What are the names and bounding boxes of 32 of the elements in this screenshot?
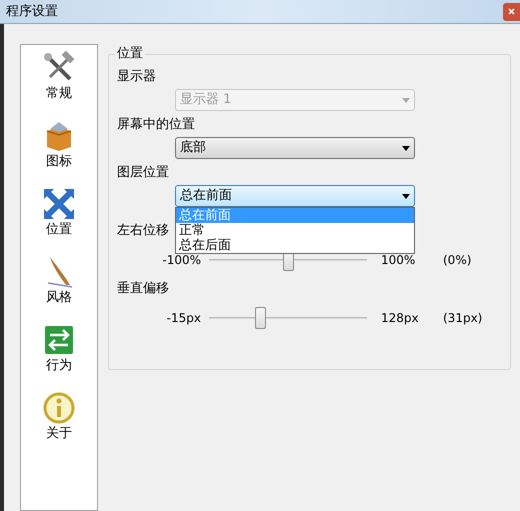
slider-label: 垂直偏移 [117, 280, 169, 298]
field-label: 显示器 [117, 68, 157, 86]
slider-reading: (31px) [442, 310, 482, 327]
sidebar-item[interactable]: 风格 [24, 255, 94, 323]
min-label: -100% [161, 252, 202, 269]
slider-label: 左右位移 [117, 222, 169, 240]
sidebar-item[interactable]: 位置 [24, 187, 94, 255]
slider-track[interactable] [209, 307, 367, 329]
move-arrows-icon [42, 187, 76, 221]
dropdown-option[interactable]: 正常 [176, 223, 414, 238]
dropdown[interactable]: 总在前面 [175, 185, 415, 207]
close-icon [508, 8, 515, 15]
slider-reading: (0%) [442, 252, 472, 269]
sidebar-item[interactable]: 行为 [24, 323, 94, 391]
caret-icon [402, 194, 410, 198]
sidebar-item[interactable]: 图标 [24, 119, 94, 187]
field-label: 屏幕中的位置 [117, 116, 196, 134]
dropdown[interactable]: 底部 [175, 137, 415, 159]
sidebar-item[interactable]: 关于 [24, 391, 94, 459]
caret-icon [402, 98, 410, 102]
exchange-arrows-icon [42, 323, 76, 357]
max-label: 128px [380, 310, 420, 327]
close-button[interactable] [503, 2, 520, 20]
field-label: 图层位置 [117, 164, 170, 182]
min-label: -15px [166, 310, 202, 327]
slider-thumb[interactable] [254, 307, 266, 329]
info-icon [42, 391, 76, 425]
sidebar-item[interactable]: 常规 [24, 51, 94, 119]
dropdown-option[interactable]: 总在后面 [176, 238, 414, 253]
caret-icon [402, 146, 410, 150]
window-title: 程序设置 [6, 2, 58, 21]
max-label: 100% [380, 252, 416, 269]
